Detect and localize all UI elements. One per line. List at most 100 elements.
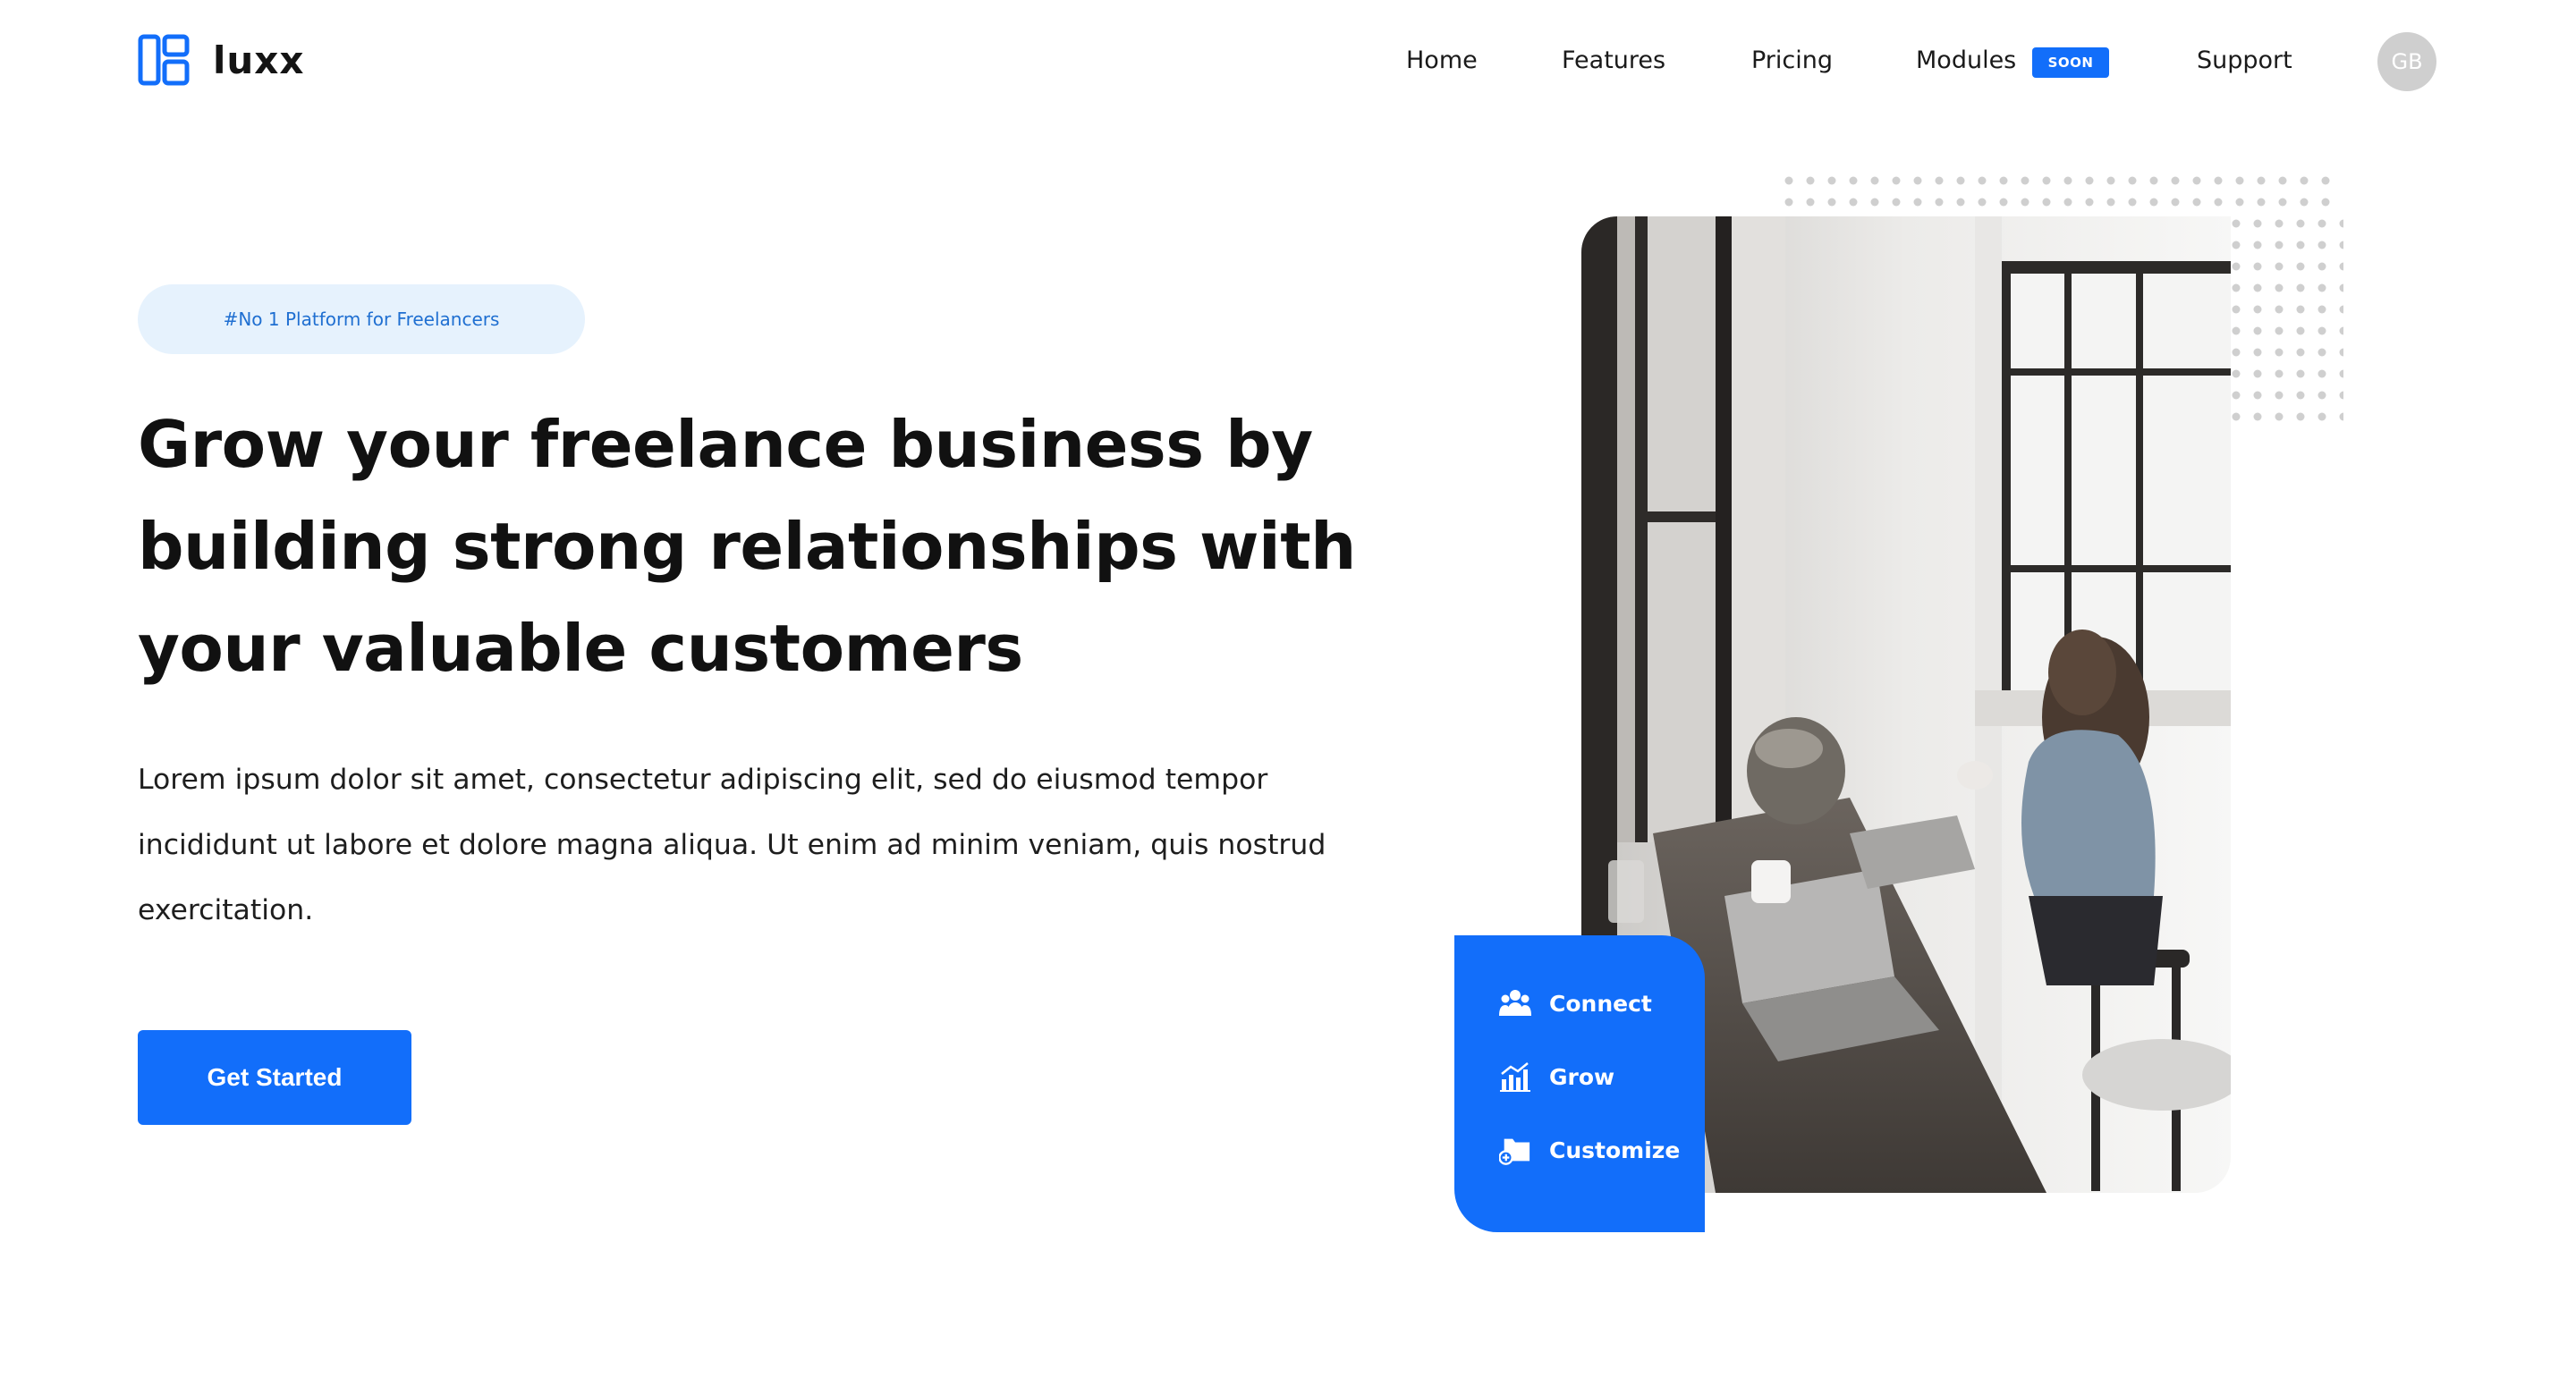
grid-dot [2232,262,2241,271]
grid-dot [2253,241,2262,249]
feature-grow[interactable]: Grow [1499,1059,1705,1094]
grid-dot [2232,283,2241,292]
grid-dot [1978,198,1987,207]
get-started-button[interactable]: Get Started [138,1030,411,1125]
nav-support[interactable]: Support [2197,45,2292,77]
grid-dot [2300,198,2309,207]
grid-dot [2232,412,2241,421]
grid-dot [2275,219,2284,228]
grid-dot [2296,412,2305,421]
grid-dot [1892,198,1901,207]
nav-features[interactable]: Features [1562,45,1665,77]
hero-tag-pill: #No 1 Platform for Freelancers [138,284,585,354]
grid-dot [1892,176,1901,185]
grid-dot [2232,326,2241,335]
grid-dot [2275,326,2284,335]
grid-dot [2296,305,2305,314]
grid-dot [2192,176,2201,185]
grid-dot [1784,198,1793,207]
grid-dot [1870,198,1879,207]
grid-dot [1784,176,1793,185]
grid-dot [2300,176,2309,185]
grid-dot [2275,412,2284,421]
feature-card: Connect Grow Customize [1454,935,1705,1232]
grid-dot [2106,176,2115,185]
grid-dot [2275,305,2284,314]
grid-dot [2021,176,2029,185]
grid-dot [1999,198,2008,207]
grid-dot [2275,241,2284,249]
grid-dot [2149,198,2158,207]
feature-customize[interactable]: Customize [1499,1132,1705,1168]
grid-dot [2128,176,2137,185]
feature-connect[interactable]: Connect [1499,985,1705,1021]
nav-home[interactable]: Home [1406,45,1478,77]
nav-modules[interactable]: Modules [1916,45,2016,77]
grid-dot [2085,176,2094,185]
grid-dot [2235,176,2244,185]
brand-logo[interactable]: luxx [138,34,304,86]
grid-dot [2275,348,2284,357]
grid-dot [1956,176,1965,185]
grid-dot [2275,369,2284,378]
users-icon [1499,987,1531,1019]
feature-label: Grow [1549,1063,1615,1090]
folder-add-icon [1499,1134,1531,1166]
grid-dot [1870,176,1879,185]
grid-dot [2232,219,2241,228]
grid-dot [2253,369,2262,378]
grid-dot [2253,262,2262,271]
grid-dot [1935,176,1944,185]
grid-dot [2296,283,2305,292]
feature-label: Connect [1549,990,1652,1017]
user-avatar[interactable]: GB [2377,32,2436,91]
grid-dot [2318,326,2326,335]
feature-label: Customize [1549,1137,1681,1163]
grid-dot [2214,198,2223,207]
grid-dot [2192,198,2201,207]
grid-dot [2339,369,2343,378]
chart-icon [1499,1061,1531,1093]
grid-dot [2235,198,2244,207]
grid-dot [2278,198,2287,207]
modules-soon-badge: SOON [2032,47,2109,78]
grid-dot [1827,176,1836,185]
hero-headline: Grow your freelance business by building… [138,407,1356,686]
logo-icon [138,34,190,86]
grid-dot [2253,305,2262,314]
grid-dot [2063,198,2072,207]
grid-dot [2149,176,2158,185]
grid-dot [2253,412,2262,421]
nav-pricing[interactable]: Pricing [1751,45,1833,77]
grid-dot [2232,305,2241,314]
grid-dot [2275,283,2284,292]
top-navbar: luxx Home Features Pricing Modules SOON … [0,0,2576,125]
grid-dot [2318,262,2326,271]
grid-dot [2063,176,2072,185]
grid-dot [2275,262,2284,271]
grid-dot [2275,391,2284,400]
grid-dot [2296,219,2305,228]
grid-dot [2253,326,2262,335]
grid-dot [2085,198,2094,207]
grid-dot [2232,241,2241,249]
grid-dot [2339,283,2343,292]
grid-dot [2318,348,2326,357]
grid-dot [1806,176,1815,185]
grid-dot [1827,198,1836,207]
grid-dot [2214,176,2223,185]
grid-dot [2296,326,2305,335]
grid-dot [2253,283,2262,292]
grid-dot [2339,391,2343,400]
grid-dot [2253,219,2262,228]
grid-dot [2318,219,2326,228]
grid-dot [1913,176,1922,185]
grid-dot [2171,198,2180,207]
grid-dot [2296,391,2305,400]
grid-dot [2318,369,2326,378]
grid-dot [2296,348,2305,357]
grid-dot [2232,369,2241,378]
grid-dot [2318,391,2326,400]
grid-dot [1849,176,1858,185]
grid-dot [2296,369,2305,378]
